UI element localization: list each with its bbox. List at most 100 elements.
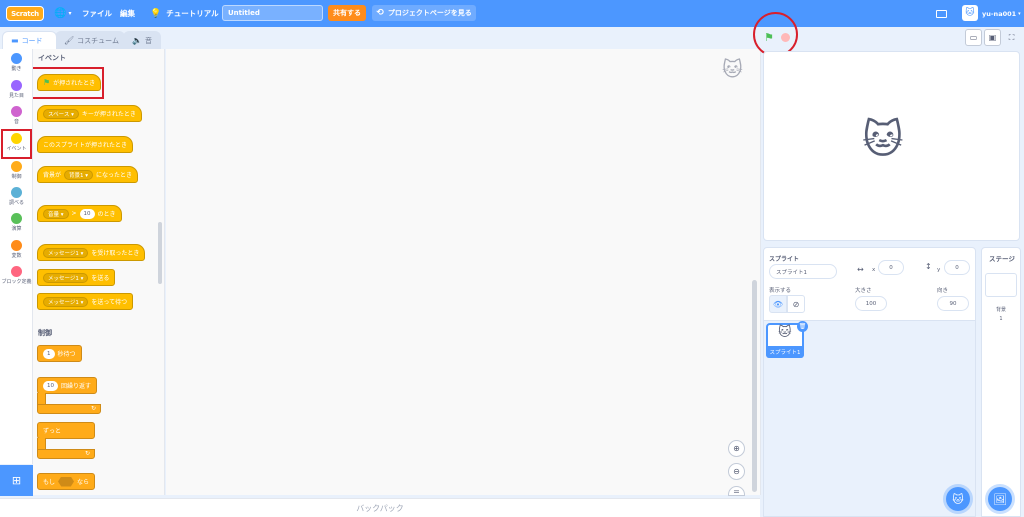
script-scrollbar[interactable] (752, 280, 757, 492)
category-label: 見た目 (8, 93, 24, 99)
category-motion[interactable]: 動き (0, 53, 33, 72)
tutorial-menu[interactable]: 💡 チュートリアル (150, 0, 219, 27)
broadcast-and-wait-block[interactable]: メッセージ1 ▾ を送って待つ (37, 293, 134, 310)
repeat-input[interactable]: 10 (43, 380, 58, 391)
message-dropdown[interactable]: メッセージ1 ▾ (43, 272, 89, 283)
show-button[interactable]: 👁 (769, 295, 787, 313)
category-dot (11, 240, 22, 251)
project-title-input[interactable] (222, 5, 323, 21)
edit-menu[interactable]: 編集 (120, 0, 135, 27)
cat-plus-icon: 🐱 (952, 492, 964, 506)
x-input[interactable]: 0 (878, 260, 904, 275)
block-label: のとき (97, 211, 116, 218)
backpack[interactable]: バックパック (0, 498, 760, 517)
tab-costume-label: コスチューム (77, 36, 119, 45)
block-label: もし (43, 479, 56, 486)
loudness-input[interactable]: 10 (79, 208, 95, 219)
add-extension-button[interactable]: ⊞ (0, 465, 33, 496)
scratch-logo[interactable]: Scratch (6, 6, 44, 21)
tab-code-label: コード (21, 36, 43, 45)
zoom-out-button[interactable]: ⊖ (728, 463, 745, 480)
if-then-block[interactable]: もし なら (37, 473, 96, 490)
backdrop-dropdown[interactable]: 背景1 ▾ (64, 169, 94, 180)
category-control[interactable]: 制御 (0, 161, 33, 180)
account-menu[interactable]: yu-na001 ▾ (982, 0, 1021, 27)
zoom-reset-button[interactable]: = (728, 486, 745, 496)
block-label: キーが押されたとき (81, 111, 136, 118)
script-area[interactable] (166, 49, 761, 495)
add-sprite-button[interactable]: 🐱 (946, 487, 970, 511)
category-sound[interactable]: 音 (0, 106, 33, 125)
block-label: 秒待つ (57, 351, 76, 358)
events-heading: イベント (38, 54, 66, 62)
tab-code[interactable]: ▬ コード (2, 31, 57, 49)
when-key-pressed-block[interactable]: スペース ▾ キーが押されたとき (37, 105, 142, 122)
wait-block[interactable]: 1 秒待つ (37, 345, 82, 362)
folder-icon[interactable] (936, 0, 947, 27)
loudness-dropdown[interactable]: 音量 ▾ (43, 208, 69, 219)
forever-block[interactable]: ずっと (37, 422, 95, 439)
large-stage-button[interactable]: ▣ (984, 29, 1001, 46)
fullscreen-button[interactable]: ⛶ (1003, 29, 1020, 46)
message-dropdown[interactable]: メッセージ1 ▾ (43, 296, 89, 307)
tab-costume[interactable]: 🖌 コスチューム (55, 31, 125, 49)
fullscreen-icon: ⛶ (1008, 32, 1015, 42)
category-dot (11, 266, 22, 277)
small-stage-button[interactable]: ▭ (965, 29, 982, 46)
share-button[interactable]: 共有する (328, 5, 366, 21)
when-loudness-block[interactable]: 音量 ▾ > 10 のとき (37, 205, 122, 222)
block-label: を受け取ったとき (91, 250, 140, 257)
stage-thumbnail[interactable] (985, 273, 1017, 297)
category-dot (11, 53, 22, 64)
size-label: 大きさ (855, 288, 872, 294)
forever-loop-arrow-icon: ↻ (37, 449, 95, 459)
when-receive-block[interactable]: メッセージ1 ▾ を受け取ったとき (37, 244, 146, 261)
block-label: ずっと (43, 428, 62, 435)
delete-sprite-button[interactable]: 🗑 (797, 321, 808, 332)
avatar[interactable]: 🐱 (962, 5, 978, 21)
file-menu[interactable]: ファイル (82, 0, 112, 27)
language-menu[interactable]: 🌐 ▾ (54, 0, 71, 27)
category-looks[interactable]: 見た目 (0, 80, 33, 99)
small-stage-icon: ▭ (969, 33, 978, 42)
category-operators[interactable]: 演算 (0, 213, 33, 232)
x-arrow-icon: ↔ (857, 265, 864, 274)
zoom-in-icon: ⊕ (733, 444, 740, 453)
block-label: を送る (91, 275, 110, 282)
when-backdrop-switches-block[interactable]: 背景が 背景1 ▾ になったとき (37, 166, 139, 183)
palette-scrollbar[interactable] (158, 222, 162, 284)
category-sensing[interactable]: 調べる (0, 187, 33, 206)
broadcast-block[interactable]: メッセージ1 ▾ を送る (37, 269, 116, 286)
extension-icon: ⊞ (11, 474, 22, 487)
speaker-icon: 🔈 (132, 36, 142, 45)
eye-off-icon: ⊘ (792, 299, 800, 309)
backdrops-label: 背景 (995, 307, 1006, 313)
tab-sound[interactable]: 🔈 音 (123, 31, 161, 49)
project-page-label: プロジェクトページを見る (387, 9, 472, 17)
repeat-block[interactable]: 10 回繰り返す (37, 377, 98, 394)
brush-icon: 🖌 (64, 36, 75, 45)
category-my-blocks[interactable]: ブロック定義 (0, 266, 33, 285)
size-input[interactable]: 100 (855, 296, 887, 311)
sprite-thumbnail-label: スプライト1 (766, 346, 804, 358)
condition-slot[interactable] (58, 476, 75, 487)
category-label: 動き (11, 66, 22, 72)
sprite-name-input[interactable]: スプライト1 (769, 264, 837, 279)
block-label: このスプライトが押されたとき (43, 142, 128, 149)
when-sprite-clicked-block[interactable]: このスプライトが押されたとき (37, 136, 134, 153)
category-label: 制御 (11, 174, 22, 180)
category-variables[interactable]: 変数 (0, 240, 33, 259)
hide-button[interactable]: ⊘ (787, 295, 805, 313)
project-page-button[interactable]: ⟲ プロジェクトページを見る (372, 5, 476, 21)
sprite-cat-icon[interactable]: 🐱 (862, 117, 904, 163)
message-dropdown[interactable]: メッセージ1 ▾ (43, 247, 89, 258)
tutorial-label: チュートリアル (166, 9, 219, 18)
wait-input[interactable]: 1 (43, 348, 55, 359)
zoom-in-button[interactable]: ⊕ (728, 440, 745, 457)
add-backdrop-button[interactable]: 🖼 (988, 487, 1012, 511)
y-label: y (937, 267, 941, 273)
highlight-box (1, 129, 32, 159)
y-input[interactable]: 0 (944, 260, 970, 275)
direction-input[interactable]: 90 (937, 296, 969, 311)
key-dropdown[interactable]: スペース ▾ (43, 108, 79, 119)
